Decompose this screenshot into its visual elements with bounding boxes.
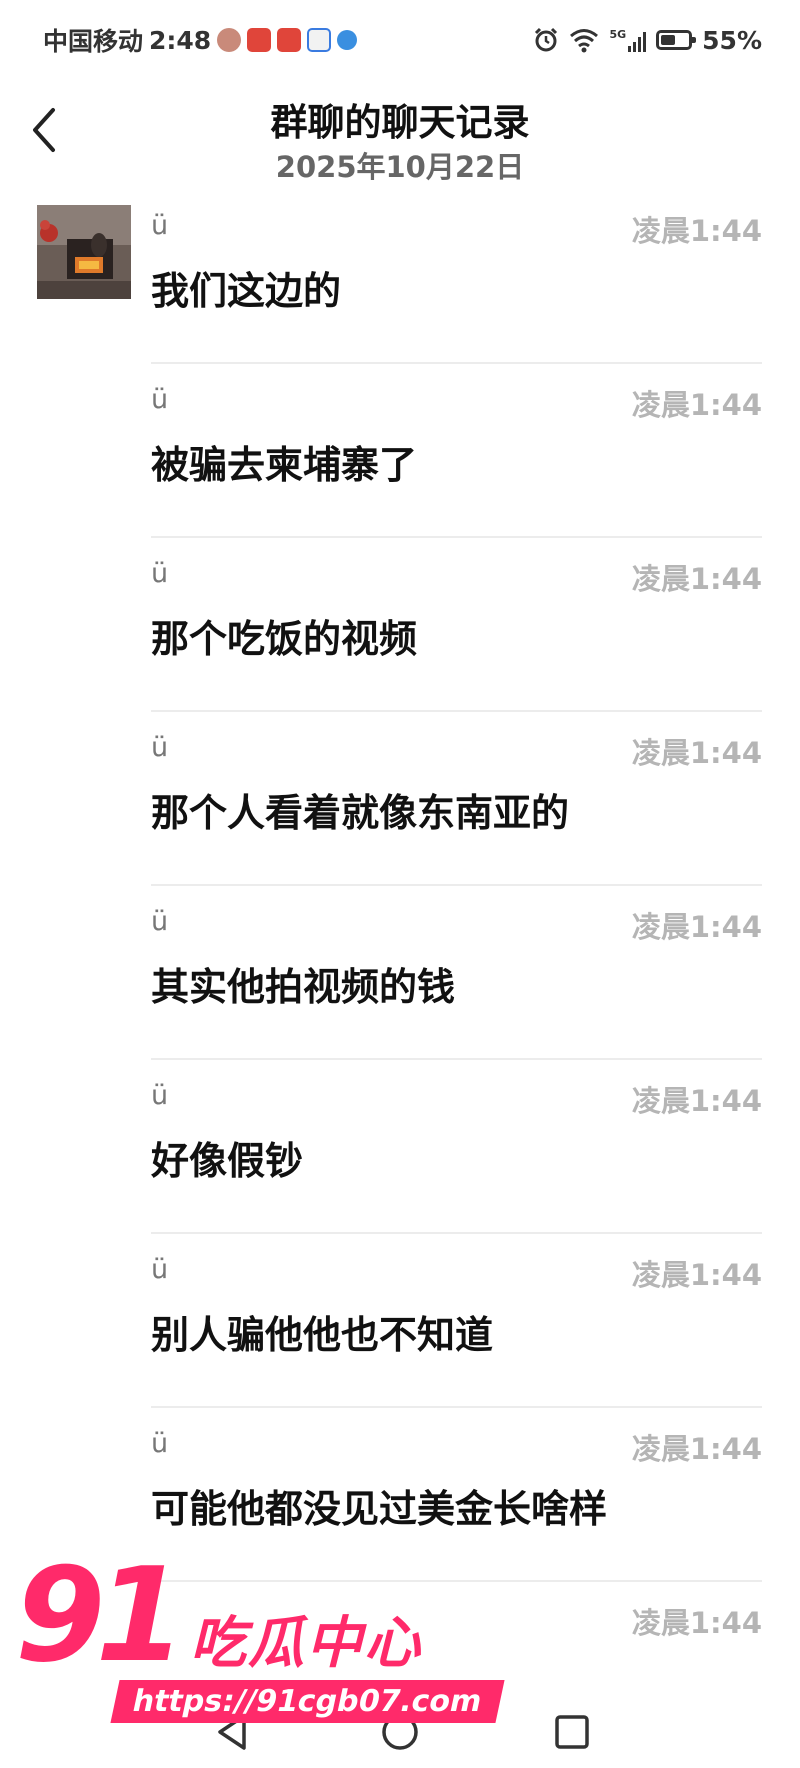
message-text[interactable]: 那个人看着就像东南亚的 xyxy=(151,782,569,837)
message-time: 凌晨1:44 xyxy=(631,1084,762,1118)
sender-name: ü xyxy=(151,210,169,241)
wifi-icon xyxy=(570,29,599,53)
message-text[interactable]: 那个吃饭的视频 xyxy=(151,608,417,663)
message-text[interactable]: 其实他拍视频的钱 xyxy=(151,956,455,1011)
message-item[interactable]: ü 凌晨1:44 其实他拍视频的钱 xyxy=(0,886,800,1060)
triangle-back-icon xyxy=(218,1714,246,1750)
message-time: 凌晨1:44 xyxy=(631,736,762,770)
message-text[interactable]: 可能他都没见过美金长啥样 xyxy=(151,1478,607,1533)
status-left: 中国移动 2:48 xyxy=(43,22,358,58)
page-title: 群聊的聊天记录 xyxy=(270,101,530,144)
message-time: 凌晨1:44 xyxy=(631,910,762,944)
app-notification-icon xyxy=(337,30,358,50)
app-notification-icon xyxy=(277,28,302,52)
message-item[interactable]: ü 凌晨1:44 可能他都没见过美金长啥样 xyxy=(0,1408,800,1582)
circle-home-icon xyxy=(382,1714,418,1750)
battery-percent: 55% xyxy=(702,25,762,55)
avatar-image xyxy=(37,205,131,299)
app-notification-icon xyxy=(307,28,332,52)
battery-icon xyxy=(656,30,697,50)
message-text[interactable]: 别人骗他他也不知道 xyxy=(151,1304,493,1359)
carrier-label: 中国移动 xyxy=(43,27,144,56)
message-item[interactable]: ü 凌晨1:44 我们这边的 xyxy=(0,190,800,364)
message-item[interactable]: 凌晨1:44 xyxy=(0,1582,800,1710)
message-item[interactable]: ü 凌晨1:44 那个人看着就像东南亚的 xyxy=(0,712,800,886)
sender-name: ü xyxy=(151,906,169,937)
nav-recent-button[interactable] xyxy=(552,1710,592,1754)
system-nav-bar xyxy=(0,1700,800,1768)
clock-label: 2:48 xyxy=(149,25,212,55)
sender-name: ü xyxy=(151,1254,169,1285)
message-time: 凌晨1:44 xyxy=(631,562,762,596)
sender-name: ü xyxy=(151,558,169,589)
sender-name: ü xyxy=(151,1080,169,1111)
chat-header: 群聊的聊天记录 2025年10月22日 xyxy=(0,80,800,190)
avatar[interactable] xyxy=(37,205,131,299)
sender-name: ü xyxy=(151,1428,169,1459)
app-notification-icon xyxy=(217,28,242,52)
message-time: 凌晨1:44 xyxy=(631,1258,762,1292)
message-text[interactable]: 好像假钞 xyxy=(151,1130,303,1185)
nav-home-button[interactable] xyxy=(380,1710,420,1754)
message-item[interactable]: ü 凌晨1:44 那个吃饭的视频 xyxy=(0,538,800,712)
network-type-label: 5G xyxy=(609,28,627,41)
signal-icon: 5G xyxy=(609,28,647,52)
sender-name: ü xyxy=(151,384,169,415)
square-recent-icon xyxy=(555,1715,589,1749)
sender-name: ü xyxy=(151,732,169,763)
message-time: 凌晨1:44 xyxy=(631,1432,762,1466)
nav-back-button[interactable] xyxy=(212,1710,252,1754)
message-time: 凌晨1:44 xyxy=(631,1606,762,1640)
battery-tip xyxy=(692,37,697,43)
status-bar: 中国移动 2:48 5G 55% xyxy=(0,0,800,80)
app-notification-icon xyxy=(247,28,272,52)
message-item[interactable]: ü 凌晨1:44 好像假钞 xyxy=(0,1060,800,1234)
alarm-icon xyxy=(535,27,558,52)
message-item[interactable]: ü 凌晨1:44 被骗去柬埔寨了 xyxy=(0,364,800,538)
message-text[interactable]: 我们这边的 xyxy=(151,260,341,315)
message-list[interactable]: ü 凌晨1:44 我们这边的 ü 凌晨1:44 被骗去柬埔寨了 ü 凌晨1:44… xyxy=(0,190,800,1710)
page-date: 2025年10月22日 xyxy=(275,150,525,184)
message-time: 凌晨1:44 xyxy=(631,388,762,422)
message-text[interactable]: 被骗去柬埔寨了 xyxy=(151,434,417,489)
battery-level xyxy=(661,35,676,45)
status-right: 5G 55% xyxy=(533,22,762,58)
chat-history-screen: 中国移动 2:48 5G 55% 群聊的聊天记录 2025年10月22日 ü 凌… xyxy=(0,0,800,1768)
message-time: 凌晨1:44 xyxy=(631,214,762,248)
message-item[interactable]: ü 凌晨1:44 别人骗他他也不知道 xyxy=(0,1234,800,1408)
